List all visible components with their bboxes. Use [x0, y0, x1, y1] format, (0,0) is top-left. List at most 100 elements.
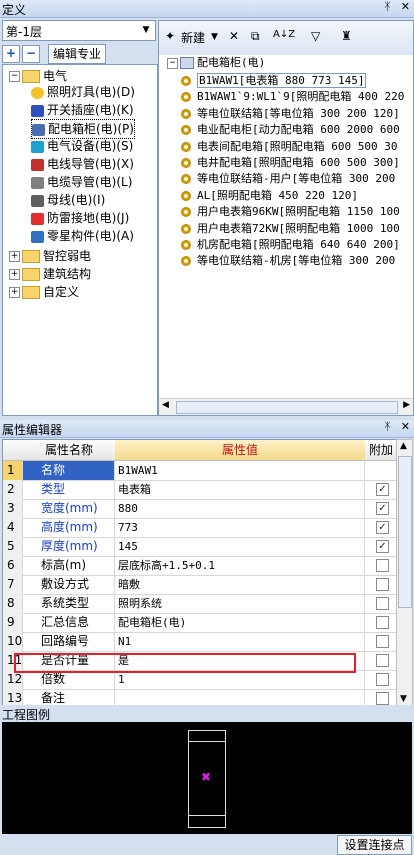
attach-checkbox[interactable]	[376, 673, 389, 686]
pin-icon[interactable]: ᛡ	[384, 0, 391, 13]
component-item[interactable]: 电表间配电箱[照明配电箱 600 500 30	[181, 139, 397, 155]
property-row[interactable]: 12 倍数 1	[3, 670, 397, 690]
property-row[interactable]: 2 类型 电表箱 ✓	[3, 480, 397, 500]
property-value[interactable]: 773	[115, 518, 365, 537]
scroll-left-icon[interactable]: ◀	[162, 400, 169, 410]
tree-item[interactable]: 电缆导管(电)(L)	[31, 173, 132, 191]
component-item[interactable]: 机房配电箱[照明配电箱 640 640 200]	[181, 237, 400, 253]
remove-category-button[interactable]: −	[22, 45, 40, 63]
property-row[interactable]: 7 敷设方式 暗敷	[3, 575, 397, 595]
tree-item[interactable]: 照明灯具(电)(D)	[31, 83, 135, 101]
property-row[interactable]: 9 汇总信息 配电箱柜(电)	[3, 613, 397, 633]
property-value[interactable]: B1WAW1	[115, 461, 365, 480]
collapse-icon[interactable]: −	[167, 57, 178, 69]
attach-checkbox[interactable]	[376, 635, 389, 648]
component-root-label: 配电箱柜(电)	[197, 56, 266, 69]
floor-select-value: 第-1层	[6, 25, 42, 39]
chevron-down-icon[interactable]: ▼	[139, 22, 153, 38]
property-value[interactable]: 电表箱	[115, 480, 365, 499]
scrollbar-thumb[interactable]	[176, 401, 398, 414]
tree-item[interactable]: + 建筑结构	[9, 265, 91, 283]
tree-item[interactable]: 开关插座(电)(K)	[31, 101, 134, 119]
property-name: 系统类型	[23, 594, 115, 613]
chevron-down-icon[interactable]: ▼	[211, 32, 218, 42]
property-row[interactable]: 13 备注	[3, 689, 397, 705]
tree-item[interactable]: 母线(电)(I)	[31, 191, 105, 209]
expand-icon[interactable]: +	[9, 251, 20, 262]
scrollbar-thumb[interactable]	[398, 456, 412, 608]
property-value[interactable]: 照明系统	[115, 594, 365, 613]
sort-icon[interactable]: A↓Z	[273, 29, 295, 40]
definition-panel-header: 定义 ᛡ ✕	[0, 0, 414, 18]
attach-checkbox[interactable]	[376, 616, 389, 629]
property-row[interactable]: 8 系统类型 照明系统	[3, 594, 397, 614]
attach-checkbox[interactable]: ✓	[376, 483, 389, 496]
delete-icon[interactable]: ✕	[229, 29, 239, 43]
tree-item[interactable]: + 自定义	[9, 283, 79, 301]
new-button[interactable]: 新建	[181, 29, 205, 46]
property-row[interactable]: 6 标高(m) 层底标高+1.5+0.1	[3, 556, 397, 576]
component-item[interactable]: 用户电表箱72KW[照明配电箱 1000 100	[181, 221, 400, 237]
edit-discipline-tab[interactable]: 编辑专业	[48, 44, 107, 64]
pin-icon[interactable]: ᛡ	[384, 420, 391, 433]
find-icon[interactable]: ♜	[341, 29, 352, 43]
set-connection-point-button[interactable]: 设置连接点	[337, 835, 412, 855]
property-row[interactable]: 3 宽度(mm) 880 ✓	[3, 499, 397, 519]
attach-cell	[365, 689, 397, 705]
add-category-button[interactable]: +	[2, 45, 20, 63]
filter-icon[interactable]: ▽	[311, 29, 320, 43]
component-item[interactable]: 等电位联结箱-用户[等电位箱 300 200	[181, 171, 395, 187]
attach-checkbox[interactable]	[376, 692, 389, 705]
property-value[interactable]: 880	[115, 499, 365, 518]
property-value[interactable]: 配电箱柜(电)	[115, 613, 365, 632]
property-value[interactable]: 层底标高+1.5+0.1	[115, 556, 365, 575]
component-item[interactable]: 用户电表箱96KW[照明配电箱 1150 100	[181, 204, 400, 220]
close-icon[interactable]: ✕	[401, 420, 410, 433]
component-item[interactable]: 电井配电箱[照明配电箱 600 500 300]	[181, 155, 400, 171]
attach-checkbox[interactable]: ✓	[376, 521, 389, 534]
property-row[interactable]: 4 高度(mm) 773 ✓	[3, 518, 397, 538]
attach-checkbox[interactable]: ✓	[376, 540, 389, 553]
component-item[interactable]: 电业配电柜[动力配电箱 600 2000 600	[181, 122, 400, 138]
scroll-down-icon[interactable]: ▼	[400, 694, 407, 704]
new-icon[interactable]: ✦	[165, 29, 175, 43]
component-item[interactable]: 等电位联结箱[等电位箱 300 200 120]	[181, 106, 400, 122]
component-item[interactable]: AL[照明配电箱 450 220 120]	[181, 188, 358, 204]
component-item[interactable]: 等电位联结箱-机房[等电位箱 300 200	[181, 253, 395, 269]
component-root[interactable]: − 配电箱柜(电)	[167, 55, 265, 71]
legend-canvas[interactable]: ✖	[2, 722, 412, 834]
tree-item[interactable]: 防雷接地(电)(J)	[31, 209, 129, 227]
attach-checkbox[interactable]	[376, 559, 389, 572]
close-icon[interactable]: ✕	[401, 0, 410, 13]
tree-item[interactable]: + 智控弱电	[9, 247, 91, 265]
attach-checkbox[interactable]: ✓	[376, 502, 389, 515]
component-item[interactable]: B1WAW1`9:WL1`9[照明配电箱 400 220	[181, 89, 404, 105]
tree-item[interactable]: 电线导管(电)(X)	[31, 155, 134, 173]
property-value[interactable]: 暗敷	[115, 575, 365, 594]
scroll-right-icon[interactable]: ▶	[403, 400, 410, 410]
tree-item[interactable]: 电气设备(电)(S)	[31, 137, 133, 155]
attach-checkbox[interactable]	[376, 654, 389, 667]
misc-component-icon	[31, 230, 44, 243]
property-value[interactable]: 145	[115, 537, 365, 556]
tree-item[interactable]: 零星构件(电)(A)	[31, 227, 134, 245]
copy-icon[interactable]: ⧉	[251, 29, 260, 44]
property-row[interactable]: 10 回路编号 N1	[3, 632, 397, 652]
collapse-icon[interactable]: −	[9, 71, 20, 82]
property-value[interactable]	[115, 689, 365, 705]
horizontal-scrollbar[interactable]: ◀ ▶	[159, 398, 413, 415]
attach-checkbox[interactable]	[376, 597, 389, 610]
expand-icon[interactable]: +	[9, 269, 20, 280]
property-value[interactable]: N1	[115, 632, 365, 651]
property-row[interactable]: 5 厚度(mm) 145 ✓	[3, 537, 397, 557]
expand-icon[interactable]: +	[9, 287, 20, 298]
busbar-icon	[31, 194, 44, 207]
tree-item[interactable]: 配电箱柜(电)(P)	[31, 119, 135, 139]
vertical-scrollbar[interactable]: ▲ ▼	[396, 439, 413, 706]
floor-select[interactable]: 第-1层 ▼	[2, 20, 156, 41]
component-label: 机房配电箱[照明配电箱 640 640 200]	[197, 238, 400, 251]
property-row[interactable]: 1 名称 B1WAW1	[3, 461, 397, 481]
component-item[interactable]: B1WAW1[电表箱 880 773 145]	[181, 73, 367, 89]
scroll-up-icon[interactable]: ▲	[400, 441, 407, 451]
attach-checkbox[interactable]	[376, 578, 389, 591]
